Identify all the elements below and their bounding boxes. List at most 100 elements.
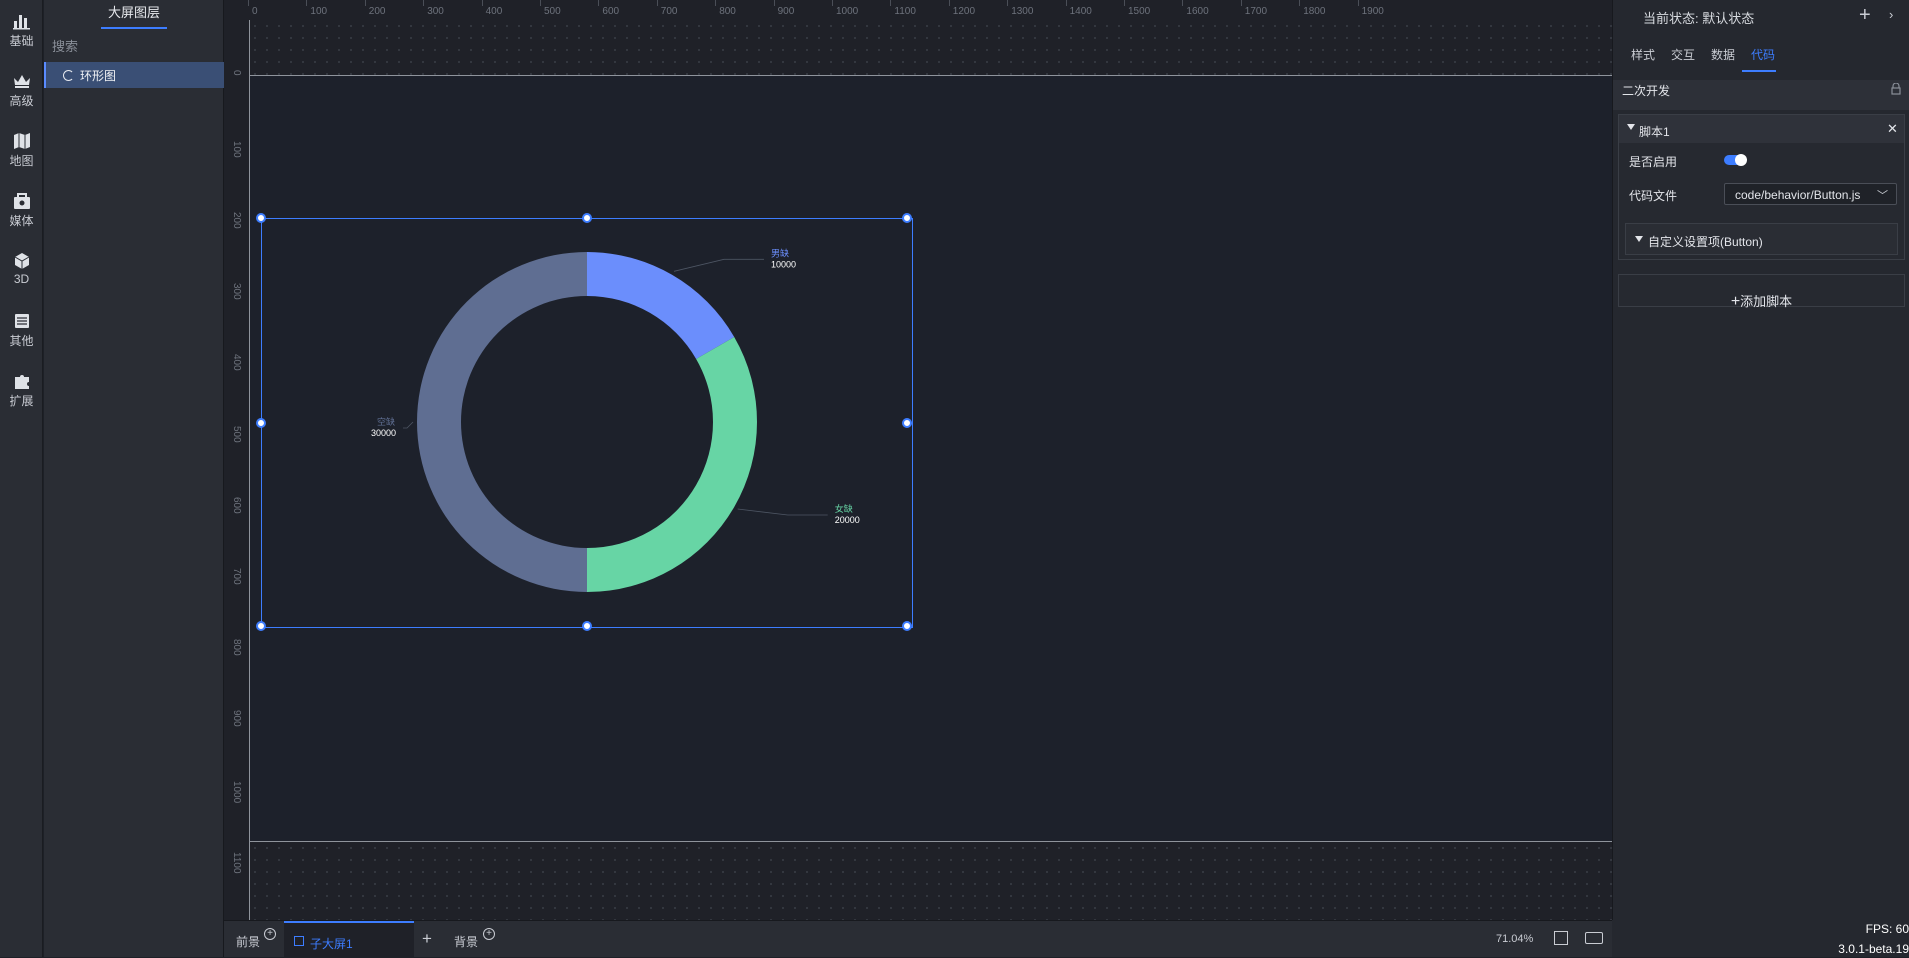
subscreen-tab[interactable]: 子大屏1 (284, 921, 414, 958)
ruler-tick (890, 0, 892, 6)
ruler-tick-label: 1600 (1186, 6, 1209, 17)
add-circle-icon[interactable]: + (483, 928, 495, 940)
lock-icon[interactable] (1891, 83, 1901, 95)
category-map[interactable]: 地图 (0, 120, 43, 170)
category-basic[interactable]: 基础 (0, 0, 43, 50)
add-state-icon[interactable]: + (1859, 4, 1871, 27)
caret-down-icon[interactable] (1627, 124, 1635, 130)
active-tab-underline (101, 27, 167, 29)
ruler-tick-label: 0 (231, 70, 242, 76)
category-label: 基础 (9, 34, 34, 48)
ruler-tick (1299, 0, 1301, 6)
enable-toggle[interactable] (1724, 154, 1747, 166)
ruler-tick-label: 300 (231, 283, 242, 300)
zoom-level[interactable]: 71.04% (1496, 933, 1533, 945)
cube-icon (14, 253, 29, 269)
code-file-select[interactable]: code/behavior/Button.js ﹀ (1724, 183, 1897, 205)
ruler-tick (832, 0, 833, 6)
ruler-tick-label: 1200 (952, 6, 976, 17)
horizontal-ruler: 0 100 200 300 400 500 600 700 800 900 1000 1100 1200… (248, 0, 1612, 20)
ruler-tick (773, 0, 775, 6)
category-label: 3D (13, 272, 30, 286)
ruler-tick-label: 1300 (1011, 6, 1034, 17)
category-label: 地图 (9, 154, 34, 168)
ruler-tick-label: 900 (777, 6, 795, 17)
state-value: 默认状态 (1702, 11, 1755, 26)
category-3d[interactable]: 3D (0, 240, 43, 290)
tab-data[interactable]: 数据 (1711, 46, 1735, 63)
status-area: FPS: 60 3.0.1-beta.19 (1612, 920, 1909, 957)
active-tab-underline (1742, 70, 1776, 72)
ruler-tick (248, 0, 249, 6)
category-media[interactable]: 媒体 (0, 180, 43, 230)
category-extension[interactable]: 扩展 (0, 360, 43, 410)
ruler-tick (948, 0, 950, 6)
screen-icon (294, 936, 304, 946)
ruler-tick-label: 200 (231, 212, 242, 229)
category-label: 其他 (9, 334, 34, 348)
close-icon[interactable]: ✕ (1887, 121, 1898, 137)
ring-icon (63, 70, 74, 81)
foreground-tab[interactable]: 前景 (236, 933, 260, 950)
resize-handle-top-right[interactable] (902, 213, 912, 223)
ruler-tick-label: 1800 (1303, 6, 1326, 17)
category-other[interactable]: 其他 (0, 300, 43, 350)
ruler-tick (1124, 0, 1125, 6)
keyboard-icon[interactable] (1585, 932, 1603, 944)
ruler-tick (715, 0, 717, 6)
category-label: 扩展 (9, 394, 34, 408)
background-tab[interactable]: 背景 (454, 933, 478, 950)
fps-counter: FPS: 60 (1865, 922, 1909, 936)
resize-handle-bottom-left[interactable] (256, 621, 266, 631)
tab-code[interactable]: 代码 (1751, 46, 1775, 63)
version-label: 3.0.1-beta.19 (1838, 942, 1909, 956)
ruler-guide-line (249, 20, 250, 920)
ruler-tick (1240, 0, 1242, 6)
chevron-right-icon[interactable]: › (1889, 7, 1893, 22)
enable-label: 是否启用 (1629, 155, 1678, 169)
layer-search-input[interactable]: 搜索 (52, 36, 78, 55)
resize-handle-left[interactable] (256, 418, 266, 428)
ruler-tick-label: 300 (427, 6, 444, 17)
ruler-tick-label: 1000 (836, 6, 859, 17)
map-icon (13, 133, 30, 149)
current-state[interactable]: 当前状态: 默认状态 (1643, 8, 1754, 27)
properties-panel: 当前状态: 默认状态 + › 样式 交互 数据 代码 二次开发 脚本1 ✕ 是否… (1612, 0, 1909, 957)
tab-interaction[interactable]: 交互 (1671, 46, 1695, 63)
add-circle-icon[interactable]: + (264, 928, 276, 940)
add-script-label: 添加脚本 (1740, 294, 1793, 309)
add-tab-icon[interactable]: + (422, 929, 432, 949)
ruler-tick (1065, 0, 1067, 6)
custom-settings-collapse[interactable]: 自定义设置项(Button) (1625, 223, 1898, 255)
resize-handle-right[interactable] (902, 418, 912, 428)
category-advanced[interactable]: 高级 (0, 60, 43, 110)
ruler-tick-label: 1700 (1244, 6, 1268, 17)
subscreen-label: 子大屏1 (310, 937, 353, 951)
ruler-tick (1357, 0, 1359, 6)
ruler-tick-label: 800 (231, 638, 242, 656)
ruler-tick-label: 1000 (231, 781, 242, 804)
resize-handle-top-left[interactable] (256, 213, 266, 223)
resize-handle-top[interactable] (582, 213, 592, 223)
fit-screen-icon[interactable] (1554, 931, 1568, 945)
ruler-tick-label: 1400 (1069, 6, 1092, 17)
layer-panel-title[interactable]: 大屏图层 (44, 0, 224, 30)
bottom-bar: 前景 + 子大屏1 + 背景 + 71.04% (224, 920, 1612, 958)
resize-handle-bottom-right[interactable] (902, 621, 912, 631)
ruler-tick (656, 0, 658, 6)
script-header[interactable]: 脚本1 ✕ (1619, 115, 1904, 143)
script-card: 脚本1 ✕ 是否启用 代码文件 code/behavior/Button.js … (1618, 114, 1905, 260)
script-title: 脚本1 (1639, 125, 1670, 139)
tab-style[interactable]: 样式 (1631, 46, 1655, 63)
layer-item-donut[interactable]: 环形图 (44, 62, 224, 88)
ruler-tick (1182, 0, 1184, 6)
canvas-grid-top (249, 20, 1612, 75)
bar-chart-icon (12, 15, 30, 30)
add-script-button[interactable]: +添加脚本 (1618, 274, 1905, 310)
selection-box[interactable] (256, 213, 913, 631)
ruler-tick-label: 1100 (231, 852, 242, 874)
ruler-tick-label: 700 (231, 567, 242, 585)
resize-handle-bottom[interactable] (582, 621, 592, 631)
section-title: 二次开发 (1622, 84, 1671, 98)
ruler-tick-label: 100 (310, 6, 328, 17)
